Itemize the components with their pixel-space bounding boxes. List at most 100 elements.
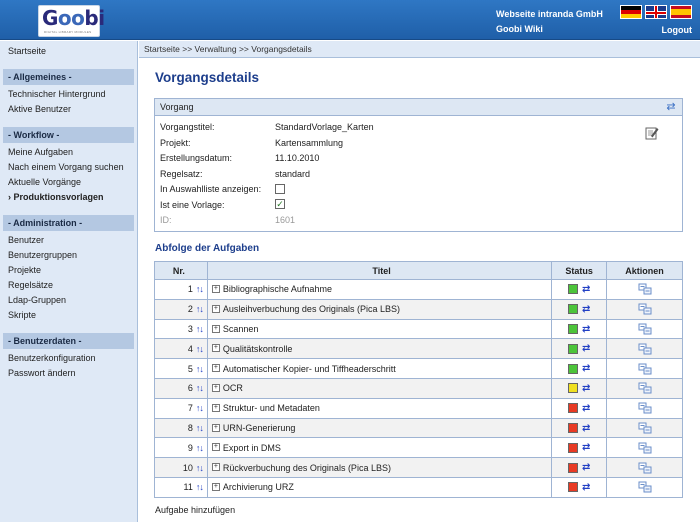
status-indicator-icon [567, 462, 578, 473]
goobi-wiki-link[interactable]: Goobi Wiki [496, 24, 543, 34]
change-status-icon[interactable]: ⇄ [582, 343, 590, 354]
task-title[interactable]: URN-Generierung [223, 423, 296, 433]
change-status-icon[interactable]: ⇄ [582, 482, 590, 493]
task-title[interactable]: OCR [223, 383, 243, 393]
sidebar-item[interactable]: Skripte [0, 308, 137, 323]
column-header-titel: Titel [206, 261, 553, 280]
reorder-arrows-icon[interactable]: ↑↓ [196, 364, 204, 374]
task-title[interactable]: Bibliographische Aufnahme [223, 284, 332, 294]
task-details-icon[interactable] [638, 382, 652, 394]
task-details-icon[interactable] [638, 462, 652, 474]
spanish-flag-icon[interactable] [670, 5, 692, 19]
reorder-arrows-icon[interactable]: ↑↓ [196, 324, 204, 334]
sidebar-item[interactable]: Ldap-Gruppen [0, 293, 137, 308]
reorder-arrows-icon[interactable]: ↑↓ [196, 463, 204, 473]
task-title-cell: + Archivierung URZ [206, 476, 553, 498]
edit-icon[interactable] [645, 126, 659, 140]
task-details-icon[interactable] [638, 402, 652, 414]
reorder-arrows-icon[interactable]: ↑↓ [196, 304, 204, 314]
sidebar-item[interactable]: Benutzergruppen [0, 248, 137, 263]
task-title-cell: + Rückverbuchung des Originals (Pica LBS) [206, 457, 553, 478]
change-status-icon[interactable]: ⇄ [582, 284, 590, 295]
task-details-icon[interactable] [638, 363, 652, 375]
change-status-icon[interactable]: ⇄ [582, 324, 590, 335]
task-title[interactable]: Automatischer Kopier- und Tiffheaderschr… [223, 364, 396, 374]
change-status-icon[interactable]: ⇄ [582, 363, 590, 374]
expand-icon[interactable]: + [211, 423, 220, 432]
task-actions-cell [606, 279, 683, 300]
expand-icon[interactable]: + [211, 482, 220, 491]
sidebar-item-startseite[interactable]: Startseite [0, 44, 137, 59]
task-details-icon[interactable] [638, 283, 652, 295]
change-status-icon[interactable]: ⇄ [582, 383, 590, 394]
add-task-link[interactable]: Aufgabe hinzufügen [155, 505, 235, 515]
sidebar-item[interactable]: Regelsätze [0, 278, 137, 293]
change-status-icon[interactable]: ⇄ [582, 403, 590, 414]
table-row: 7 ↑↓ + Struktur- und Metadaten ⇄ [154, 397, 683, 419]
task-details-icon[interactable] [638, 303, 652, 315]
reorder-arrows-icon[interactable]: ↑↓ [196, 443, 204, 453]
sidebar-item[interactable]: Benutzerkonfiguration [0, 351, 137, 366]
reorder-arrows-icon[interactable]: ↑↓ [196, 482, 204, 492]
german-flag-icon[interactable] [620, 5, 642, 19]
expand-icon[interactable]: + [211, 463, 220, 472]
show-in-selection-checkbox[interactable] [275, 183, 285, 194]
is-template-checkbox[interactable]: ✓ [275, 199, 285, 210]
task-title[interactable]: Scannen [223, 324, 259, 334]
sidebar-item[interactable]: Technischer Hintergrund [0, 87, 137, 102]
expand-icon[interactable]: + [211, 403, 220, 412]
header-bar: Goobi DIGITAL LIBRARY MODULES Webseite i… [0, 0, 700, 40]
sidebar-item[interactable]: › Produktionsvorlagen [0, 190, 137, 205]
expand-icon[interactable]: + [211, 384, 220, 392]
table-row: 5 ↑↓ + Automatischer Kopier- und Tiffheader… [154, 358, 683, 379]
task-title[interactable]: Archivierung URZ [223, 482, 294, 492]
change-status-icon[interactable]: ⇄ [582, 423, 590, 434]
sidebar-item[interactable]: Meine Aufgaben [0, 145, 137, 160]
reorder-arrows-icon[interactable]: ↑↓ [196, 284, 204, 294]
sidebar-item[interactable]: Benutzer [0, 233, 137, 248]
task-number-cell: 11 ↑↓ [154, 476, 208, 498]
sidebar-item[interactable]: Passwort ändern [0, 366, 137, 381]
task-details-icon[interactable] [638, 422, 652, 434]
task-title[interactable]: Struktur- und Metadaten [223, 403, 320, 413]
task-actions-cell [606, 476, 683, 498]
sidebar-section-heading: - Benutzerdaten - [3, 333, 134, 349]
uk-flag-icon[interactable] [645, 5, 667, 19]
refresh-icon[interactable]: ⇄ [665, 101, 677, 113]
reorder-arrows-icon[interactable]: ↑↓ [196, 423, 204, 433]
expand-icon[interactable]: + [211, 304, 220, 313]
task-title[interactable]: Rückverbuchung des Originals (Pica LBS) [223, 463, 391, 473]
reorder-arrows-icon[interactable]: ↑↓ [196, 383, 204, 393]
task-title[interactable]: Export in DMS [223, 443, 281, 453]
sidebar-item[interactable]: Aktuelle Vorgänge [0, 175, 137, 190]
task-number: 11 [183, 482, 193, 493]
task-details-icon[interactable] [638, 323, 652, 335]
intranda-website-link[interactable]: Webseite intranda GmbH [496, 9, 603, 19]
change-status-icon[interactable]: ⇄ [582, 442, 590, 453]
breadcrumb[interactable]: Startseite >> Verwaltung >> Vorgangsdeta… [139, 41, 700, 58]
goobi-logo[interactable]: Goobi DIGITAL LIBRARY MODULES [38, 5, 105, 37]
expand-icon[interactable]: + [211, 344, 220, 353]
task-title[interactable]: Qualitätskontrolle [223, 344, 293, 354]
change-status-icon[interactable]: ⇄ [582, 304, 590, 315]
reorder-arrows-icon[interactable]: ↑↓ [196, 344, 204, 354]
table-row: 11 ↑↓ + Archivierung URZ ⇄ [154, 476, 683, 498]
reorder-arrows-icon[interactable]: ↑↓ [196, 403, 204, 413]
logout-link[interactable]: Logout [662, 25, 693, 35]
task-details-icon[interactable] [638, 343, 652, 355]
expand-icon[interactable]: + [211, 285, 220, 294]
expand-icon[interactable]: + [211, 364, 220, 373]
change-status-icon[interactable]: ⇄ [582, 462, 590, 473]
status-indicator-icon [567, 442, 578, 453]
expand-icon[interactable]: + [211, 324, 220, 333]
task-title[interactable]: Ausleihverbuchung des Originals (Pica LB… [223, 304, 400, 314]
table-row: 9 ↑↓ + Export in DMS ⇄ [154, 437, 683, 459]
expand-icon[interactable]: + [211, 443, 220, 452]
table-row: 3 ↑↓ + Scannen ⇄ [154, 318, 683, 340]
sidebar-item[interactable]: Projekte [0, 263, 137, 278]
task-details-icon[interactable] [638, 442, 652, 454]
task-details-icon[interactable] [638, 481, 652, 493]
sidebar-item[interactable]: Aktive Benutzer [0, 102, 137, 117]
task-number-cell: 9 ↑↓ [154, 437, 208, 459]
sidebar-item[interactable]: Nach einem Vorgang suchen [0, 160, 137, 175]
